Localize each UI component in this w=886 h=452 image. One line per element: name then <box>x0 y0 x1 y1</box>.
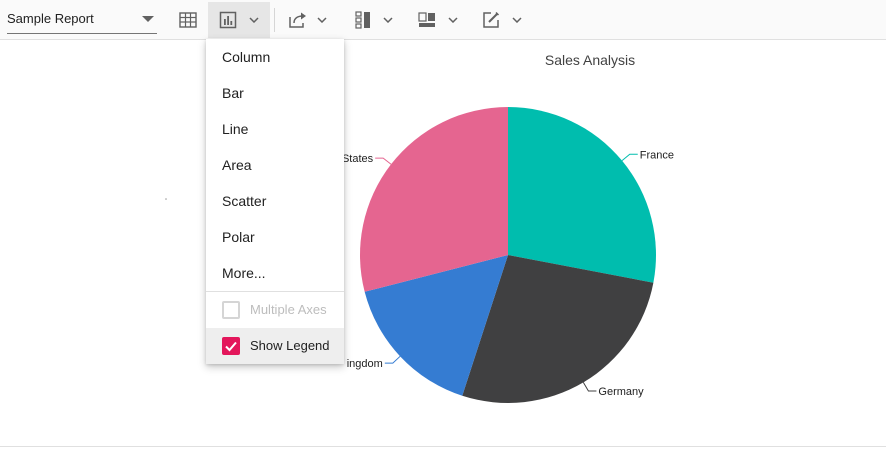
menu-item-polar[interactable]: Polar <box>206 219 344 255</box>
edit-format-icon <box>483 11 500 28</box>
data-label: France <box>640 149 674 161</box>
sub-totals-button[interactable] <box>350 2 398 38</box>
data-label: States <box>342 153 374 165</box>
chart-type-menu: Column Bar Line Area Scatter Polar More.… <box>206 39 344 364</box>
pie-slices <box>360 107 657 403</box>
chart-title: Sales Analysis <box>545 52 635 68</box>
menu-item-column[interactable]: Column <box>206 39 344 75</box>
report-select[interactable]: Sample Report <box>7 4 157 34</box>
show-legend-label: Show Legend <box>250 338 330 353</box>
table-icon <box>179 12 197 28</box>
bar-chart-icon <box>219 11 237 29</box>
menu-item-more[interactable]: More... <box>206 255 344 291</box>
pie-chart: Sales Analysis France Germany ingdom States <box>165 52 674 403</box>
menu-item-bar[interactable]: Bar <box>206 75 344 111</box>
data-label: ingdom <box>347 358 383 370</box>
report-select-value: Sample Report <box>7 11 94 26</box>
grand-totals-icon <box>418 12 435 27</box>
menu-item-line[interactable]: Line <box>206 111 344 147</box>
multiple-axes-label: Multiple Axes <box>250 302 327 317</box>
export-icon <box>289 12 306 28</box>
subtotals-icon <box>355 11 370 29</box>
chevron-down-icon <box>317 17 327 23</box>
chevron-down-icon <box>383 17 393 23</box>
chart-area: Sales Analysis France Germany ingdom States <box>0 41 886 446</box>
export-button[interactable] <box>284 2 332 38</box>
bottom-divider <box>0 446 886 447</box>
connector-line <box>621 153 638 162</box>
connector-line <box>375 157 392 165</box>
pie-slice-france[interactable] <box>508 107 657 283</box>
chevron-down-icon <box>512 17 522 23</box>
chevron-down-icon <box>249 17 259 23</box>
grid-view-button[interactable] <box>170 2 206 38</box>
connector-line <box>384 355 401 364</box>
data-label: Germany <box>598 386 644 398</box>
multiple-axes-option[interactable]: Multiple Axes <box>206 292 344 328</box>
chevron-down-icon <box>448 17 458 23</box>
multiple-axes-checkbox[interactable] <box>222 301 240 319</box>
menu-item-scatter[interactable]: Scatter <box>206 183 344 219</box>
formatting-button[interactable] <box>478 2 526 38</box>
toolbar-divider <box>274 8 275 32</box>
show-legend-option[interactable]: Show Legend <box>206 328 344 364</box>
show-legend-checkbox[interactable] <box>222 337 240 355</box>
stray-dot <box>165 198 167 200</box>
caret-down-icon <box>142 16 154 22</box>
menu-item-area[interactable]: Area <box>206 147 344 183</box>
checkmark-icon <box>225 341 237 352</box>
toolbar: Sample Report <box>0 0 886 40</box>
chart-view-button[interactable] <box>208 2 270 38</box>
grand-totals-button[interactable] <box>414 2 462 38</box>
connector-line <box>582 382 597 392</box>
